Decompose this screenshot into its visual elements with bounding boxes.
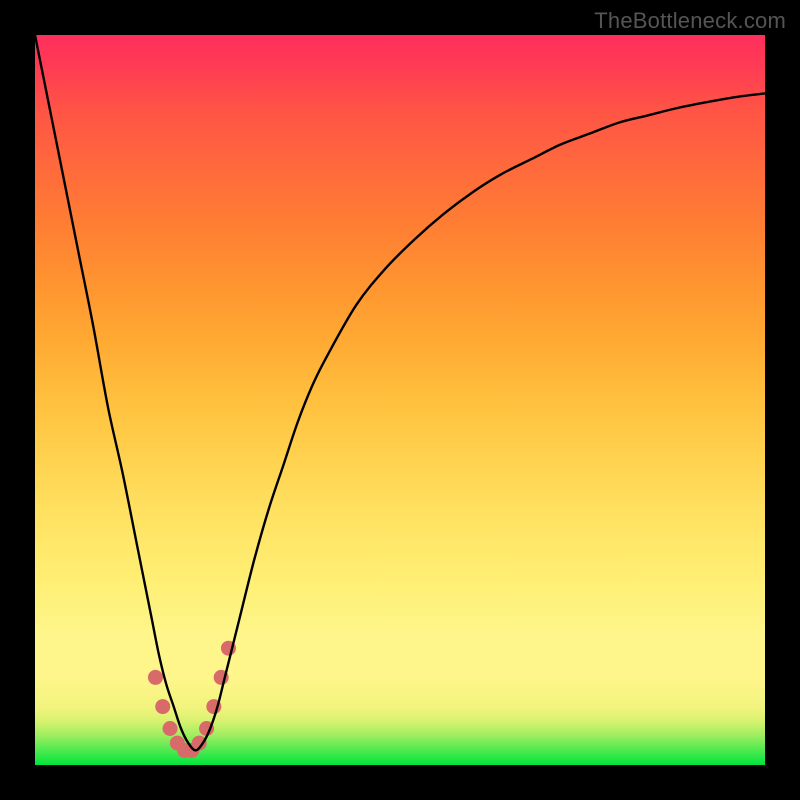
- valley-marker: [155, 699, 170, 714]
- curve-svg: [35, 35, 765, 765]
- valley-marker: [148, 670, 163, 685]
- valley-marker: [163, 721, 178, 736]
- chart-frame: TheBottleneck.com: [0, 0, 800, 800]
- valley-markers: [148, 641, 236, 758]
- plot-area: [35, 35, 765, 765]
- watermark-text: TheBottleneck.com: [594, 8, 786, 34]
- bottleneck-curve: [35, 35, 765, 750]
